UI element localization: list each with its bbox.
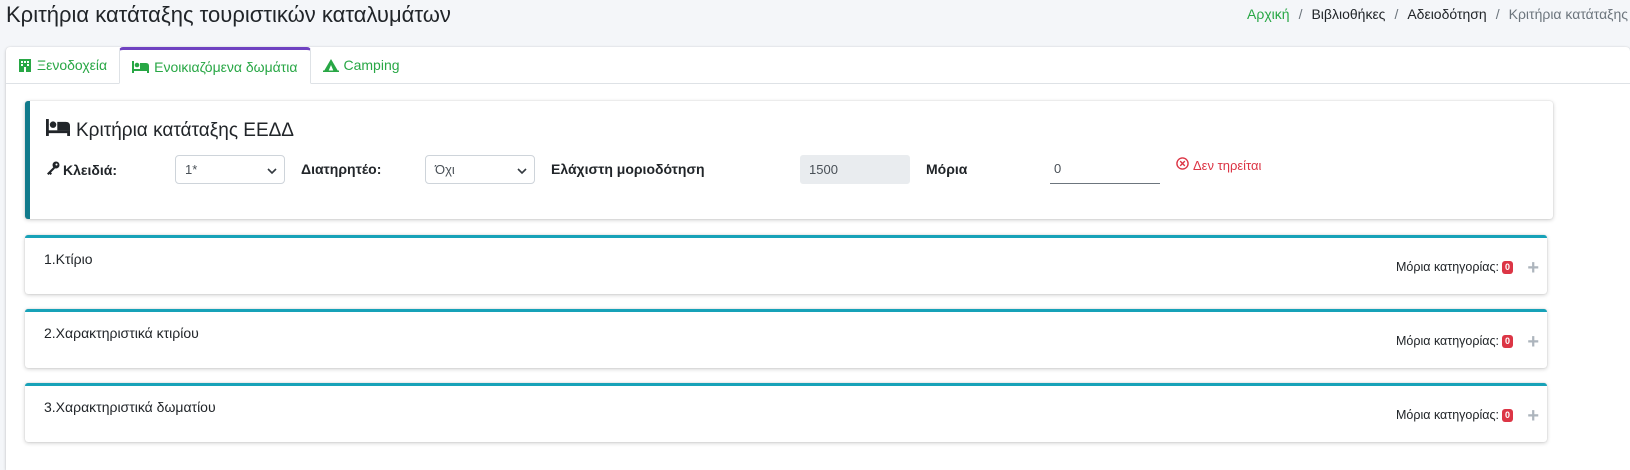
expand-plus-icon[interactable]: + — [1527, 406, 1539, 426]
points-label: Μόρια — [926, 161, 968, 177]
tab-camping-label: Camping — [343, 57, 400, 73]
keys-label: Κλειδιά: — [46, 161, 117, 178]
criteria-title-text: Κριτήρια κατάταξης ΕΕΔΔ — [76, 119, 294, 141]
page-title: Κριτήρια κατάταξης τουριστικών καταλυμάτ… — [6, 2, 451, 27]
expand-plus-icon[interactable]: + — [1527, 258, 1539, 278]
section-title: 1.Κτίριο — [44, 251, 93, 267]
tab-bar: Ξενοδοχεία Ενοικιαζόμενα δωμάτια Camping — [6, 47, 1630, 84]
breadcrumb-separator: / — [1495, 6, 1500, 22]
section-tools: Μόρια κατηγορίας: 0 + — [1396, 406, 1539, 426]
section-tools: Μόρια κατηγορίας: 0 + — [1396, 332, 1539, 352]
preserved-label: Διατηρητέο: — [301, 161, 382, 177]
section-tools: Μόρια κατηγορίας: 0 + — [1396, 258, 1539, 278]
criteria-panel: Κριτήρια κατάταξης ΕΕΔΔ Κλειδιά: 1* Διατ… — [25, 101, 1553, 219]
status-text: Δεν τηρείται — [1193, 157, 1262, 173]
category-points-label: Μόρια κατηγορίας: — [1396, 408, 1499, 422]
min-score-input: 1500 — [800, 155, 910, 184]
section-title: 3.Χαρακτηριστικά δωματίου — [44, 399, 216, 415]
keys-select-value: 1* — [185, 162, 198, 177]
breadcrumb-item-current: Κριτήρια κατάταξης — [1508, 6, 1628, 22]
tab-camping[interactable]: Camping — [311, 47, 412, 83]
breadcrumb: Αρχική / Βιβλιοθήκες / Αδειοδότηση / Κρι… — [1247, 6, 1628, 22]
expand-plus-icon[interactable]: + — [1527, 332, 1539, 352]
tab-hotels-label: Ξενοδοχεία — [37, 57, 108, 73]
keys-select[interactable]: 1* — [175, 155, 285, 184]
bed-icon — [46, 119, 70, 142]
preserved-select[interactable]: Όχι — [425, 155, 535, 184]
breadcrumb-item-libraries[interactable]: Βιβλιοθήκες — [1311, 6, 1385, 22]
min-score-label: Ελάχιστη μοριοδότηση — [551, 161, 705, 177]
section-title: 2.Χαρακτηριστικά κτιρίου — [44, 325, 199, 341]
section-building-features: 2.Χαρακτηριστικά κτιρίου Μόρια κατηγορία… — [25, 309, 1547, 368]
chevron-down-icon — [517, 164, 527, 179]
main-card: Ξενοδοχεία Ενοικιαζόμενα δωμάτια Camping… — [6, 47, 1630, 470]
breadcrumb-separator: / — [1298, 6, 1303, 22]
chevron-down-icon — [267, 164, 277, 179]
tab-rented-rooms-label: Ενοικιαζόμενα δωμάτια — [154, 58, 298, 75]
points-input: 0 — [1050, 155, 1160, 184]
tab-hotels[interactable]: Ξενοδοχεία — [6, 47, 119, 83]
breadcrumb-separator: / — [1394, 6, 1399, 22]
category-points-badge: 0 — [1501, 408, 1513, 422]
status-not-met: Δεν τηρείται — [1176, 157, 1261, 173]
bed-icon — [132, 60, 150, 73]
hotel-icon — [18, 58, 32, 72]
times-circle-icon — [1176, 157, 1189, 173]
preserved-select-value: Όχι — [435, 162, 455, 177]
category-points-badge: 0 — [1501, 334, 1513, 348]
breadcrumb-home-link[interactable]: Αρχική — [1247, 6, 1290, 22]
category-points-label: Μόρια κατηγορίας: — [1396, 334, 1499, 348]
category-points-badge: 0 — [1501, 260, 1513, 274]
campground-icon — [322, 58, 339, 72]
section-room-features: 3.Χαρακτηριστικά δωματίου Μόρια κατηγορί… — [25, 383, 1547, 442]
tab-rented-rooms[interactable]: Ενοικιαζόμενα δωμάτια — [119, 47, 311, 84]
category-points-label: Μόρια κατηγορίας: — [1396, 260, 1499, 274]
key-icon — [46, 161, 60, 178]
breadcrumb-item-licensing[interactable]: Αδειοδότηση — [1407, 6, 1486, 22]
criteria-title: Κριτήρια κατάταξης ΕΕΔΔ — [46, 119, 294, 142]
section-building: 1.Κτίριο Μόρια κατηγορίας: 0 + — [25, 235, 1547, 294]
keys-label-text: Κλειδιά: — [63, 161, 118, 178]
